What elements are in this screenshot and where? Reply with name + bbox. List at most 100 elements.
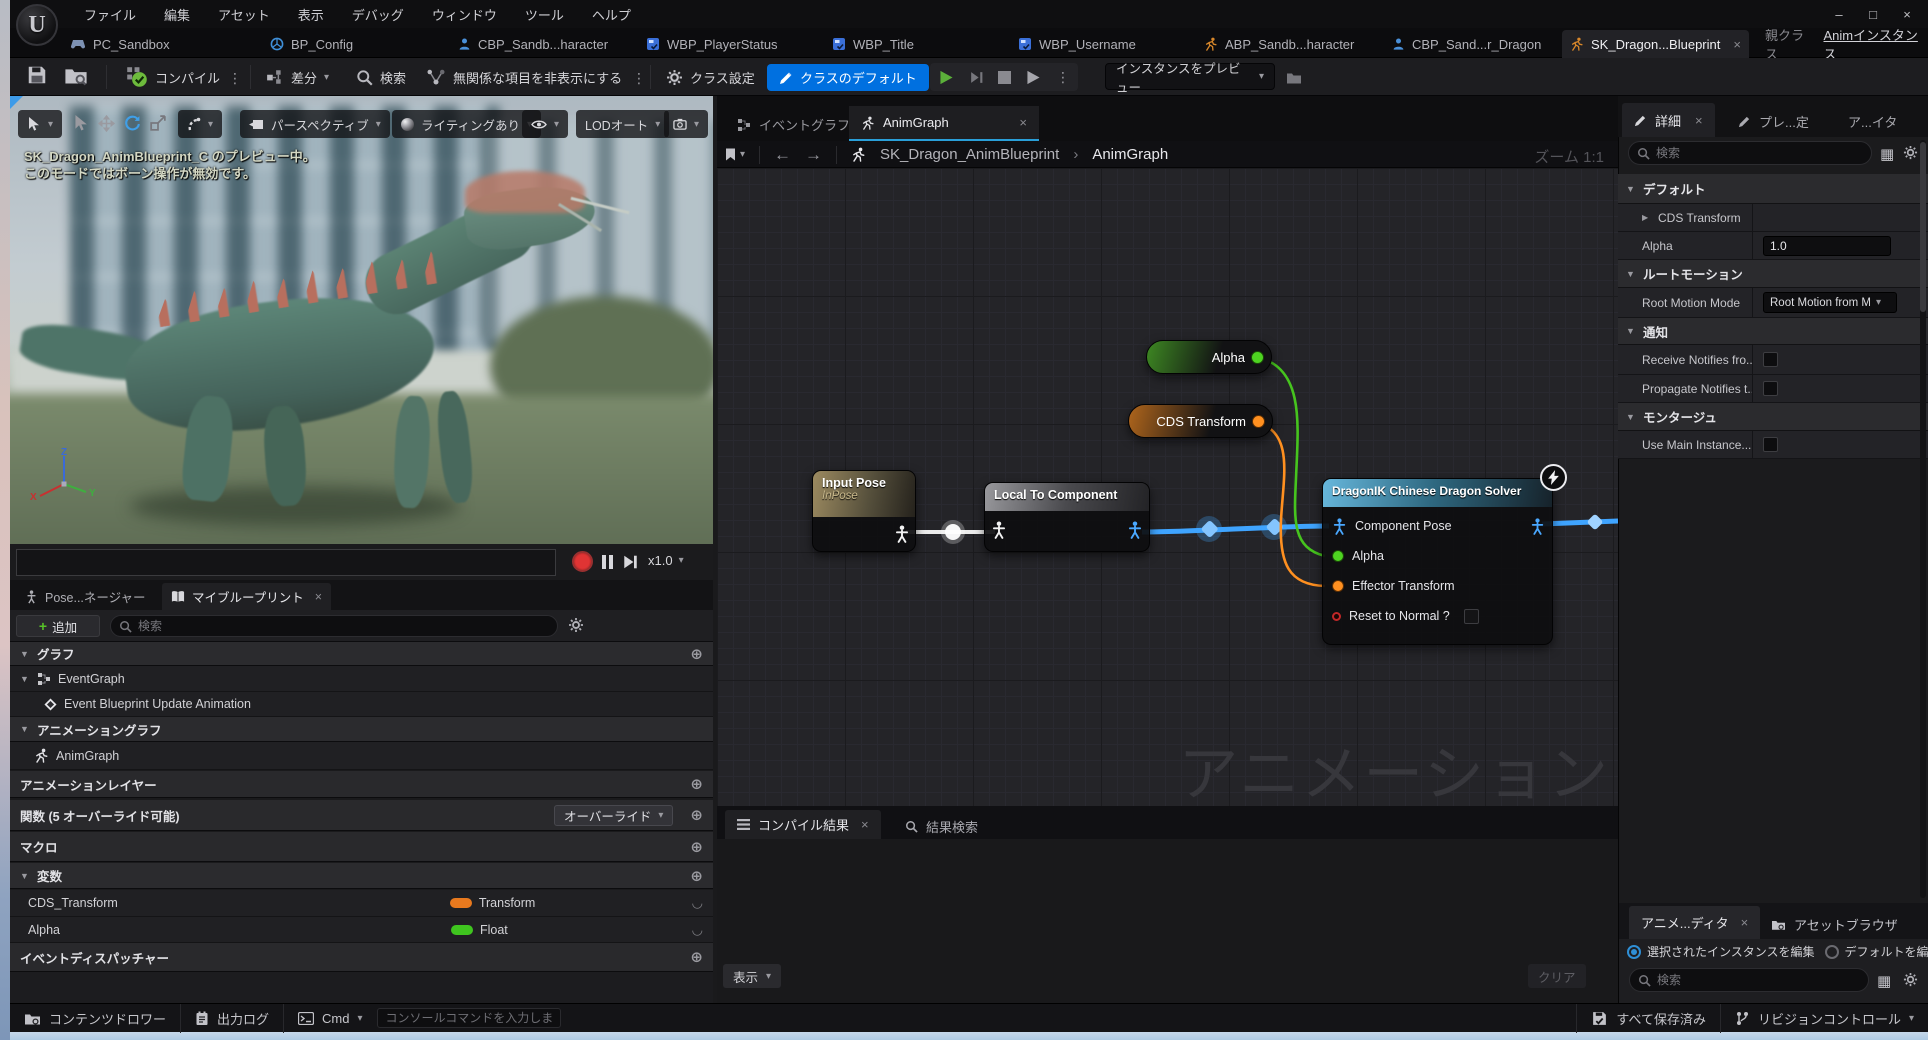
add-animation-layer-icon[interactable]: ⊕ [690, 775, 703, 793]
snap-settings-dropdown[interactable]: ▾ [178, 110, 222, 138]
pose-output-pin[interactable] [894, 525, 910, 543]
maximize-button[interactable]: □ [1856, 0, 1890, 28]
row-variable-cds-transform[interactable]: CDS_Transform Transform ◡ [10, 890, 713, 917]
compile-button[interactable]: コンパイル [126, 64, 220, 90]
tab-close-icon[interactable]: × [1741, 915, 1749, 930]
close-button[interactable]: × [1890, 0, 1924, 28]
transform-input-pin[interactable] [1332, 580, 1344, 592]
hide-unrelated-button[interactable]: 無関係な項目を非表示にする [426, 64, 622, 90]
row-variable-alpha[interactable]: Alpha Float ◡ [10, 917, 713, 943]
row-event-update-animation[interactable]: Event Blueprint Update Animation [10, 692, 713, 717]
asset-tab-abp-character[interactable]: ABP_Sandb...haracter [1196, 30, 1362, 58]
breadcrumb-root[interactable]: SK_Dragon_AnimBlueprint [880, 146, 1059, 163]
propagate-notifies-checkbox[interactable] [1763, 381, 1778, 396]
nav-back-icon[interactable]: ← [774, 145, 791, 165]
playback-speed-dropdown[interactable]: x1.0▾ [648, 553, 684, 568]
lod-dropdown[interactable]: LODオート▾ [576, 110, 669, 138]
search-input[interactable] [138, 619, 549, 633]
add-graph-icon[interactable]: ⊕ [690, 645, 703, 663]
browse-asset-button[interactable] [64, 64, 88, 86]
tab-asset-editor[interactable]: ア...イタ [1836, 106, 1909, 136]
content-drawer-button[interactable]: コンテンツドロワー [10, 1004, 180, 1033]
bool-input-pin[interactable] [1332, 612, 1341, 621]
select-tool-icon[interactable] [72, 115, 88, 131]
pause-button[interactable] [602, 555, 613, 569]
tab-close-icon[interactable]: × [315, 590, 322, 604]
section-notifies[interactable]: ▼通知 [1618, 318, 1928, 345]
revision-control-dropdown[interactable]: リビジョンコントロール▾ [1721, 1004, 1928, 1033]
tab-close-icon[interactable]: × [861, 817, 869, 832]
viewport-transform-dropdown[interactable]: ▾ [18, 110, 62, 138]
row-propagate-notifies[interactable]: Propagate Notifies t... [1618, 375, 1928, 403]
section-montage[interactable]: ▼モンタージュ [1618, 403, 1928, 431]
details-settings-gear-icon[interactable] [1903, 145, 1918, 160]
rotate-tool-icon[interactable] [124, 115, 141, 132]
section-variables[interactable]: ▼変数 ⊕ [10, 863, 713, 889]
section-event-dispatchers[interactable]: イベントディスパッチャー ⊕ [10, 943, 713, 972]
pin-row-effector-transform[interactable]: Effector Transform [1323, 571, 1552, 601]
tab-anim-preview-editor[interactable]: アニメ...ディタ × [1629, 906, 1760, 939]
asset-tab-wbp-playerstatus[interactable]: WBP_PlayerStatus [638, 30, 786, 58]
cmd-dropdown[interactable]: Cmd▾ [284, 1004, 376, 1033]
tab-my-blueprint[interactable]: マイブループリント × [162, 583, 331, 610]
use-main-instance-checkbox[interactable] [1763, 437, 1778, 452]
section-functions[interactable]: 関数 (5 オーバーライド可能) オーバーライド▾ ⊕ [10, 800, 713, 831]
row-receive-notifies[interactable]: Receive Notifies fro... [1618, 345, 1928, 375]
pin-row-alpha[interactable]: Alpha [1323, 541, 1552, 571]
menu-file[interactable]: ファイル [70, 0, 150, 28]
menu-debug[interactable]: デバッグ [338, 0, 418, 28]
node-local-to-component[interactable]: Local To Component [984, 482, 1150, 552]
bookmarks-dropdown[interactable]: ▾ [725, 148, 745, 161]
menu-edit[interactable]: 編集 [150, 0, 204, 28]
row-animgraph[interactable]: AnimGraph [10, 742, 713, 770]
my-blueprint-search[interactable] [110, 615, 558, 637]
add-button[interactable]: + 追加 [16, 615, 100, 637]
stop-icon[interactable] [998, 71, 1011, 84]
section-macros[interactable]: マクロ ⊕ [10, 832, 713, 862]
section-default[interactable]: ▼デフォルト [1618, 174, 1928, 204]
console-command-input[interactable] [377, 1008, 561, 1028]
tab-compile-results[interactable]: コンパイル結果 × [725, 810, 881, 839]
asset-tab-wbp-username[interactable]: WBP_Username [1010, 30, 1144, 58]
record-button[interactable] [572, 551, 593, 572]
tab-close-icon[interactable]: × [1019, 115, 1027, 130]
tab-preview-settings[interactable]: プレ...定 [1726, 106, 1821, 136]
property-matrix-icon[interactable]: ▦ [1880, 145, 1894, 163]
hide-options-icon[interactable]: ⋮ [632, 70, 646, 87]
perspective-dropdown[interactable]: パースペクティブ▾ [240, 110, 390, 138]
step-forward-button[interactable] [622, 554, 638, 570]
node-dragonik-solver[interactable]: DragonIK Chinese Dragon Solver Component… [1322, 478, 1553, 645]
reset-checkbox[interactable] [1464, 609, 1479, 624]
variable-visibility-icon[interactable]: ◡ [692, 895, 703, 911]
debug-filter-icon[interactable] [1286, 70, 1302, 85]
radio-edit-defaults[interactable] [1825, 945, 1839, 959]
find-button[interactable]: 検索 [356, 64, 406, 90]
preview-viewport[interactable]: SK_Dragon_AnimBlueprint_C のプレビュー中。 このモード… [10, 96, 713, 544]
menu-window[interactable]: ウィンドウ [418, 0, 511, 28]
advance-icon[interactable] [1025, 69, 1042, 86]
radio-edit-selected-instance[interactable] [1627, 945, 1641, 959]
doc-tab-eventgraph[interactable]: イベントグラフ [725, 108, 862, 141]
settings-gear-icon[interactable] [1903, 972, 1918, 987]
expand-icon[interactable]: ▶ [1642, 213, 1652, 222]
component-pose-output-pin[interactable] [1127, 521, 1143, 539]
node-cds-transform-getter[interactable]: CDS Transform [1128, 404, 1273, 438]
tab-close-icon[interactable]: × [1733, 37, 1741, 52]
section-root-motion[interactable]: ▼ルートモーション [1618, 260, 1928, 288]
asset-tab-wbp-title[interactable]: WBP_Title [824, 30, 922, 58]
details-scrollbar[interactable] [1920, 140, 1926, 898]
node-input-pose[interactable]: Input Pose InPose [812, 470, 916, 552]
add-event-dispatcher-icon[interactable]: ⊕ [690, 948, 703, 966]
timeline-scrubber[interactable] [16, 549, 556, 576]
preview-editor-search[interactable] [1629, 968, 1869, 992]
row-use-main-instance[interactable]: Use Main Instance... [1618, 431, 1928, 459]
pin-row-reset-to-normal[interactable]: Reset to Normal ? [1323, 601, 1552, 631]
doc-tab-animgraph[interactable]: AnimGraph × [849, 106, 1039, 141]
pin-row-component-pose[interactable]: Component Pose [1323, 511, 1552, 541]
menu-view[interactable]: 表示 [284, 0, 338, 28]
override-dropdown[interactable]: オーバーライド▾ [554, 805, 673, 826]
scale-tool-icon[interactable] [150, 115, 166, 131]
preview-instance-dropdown[interactable]: インスタンスをプレビュー▾ [1105, 63, 1275, 90]
asset-tab-pc-sandbox[interactable]: PC_Sandbox [62, 30, 178, 58]
root-motion-mode-dropdown[interactable]: Root Motion from M▾ [1763, 292, 1897, 313]
